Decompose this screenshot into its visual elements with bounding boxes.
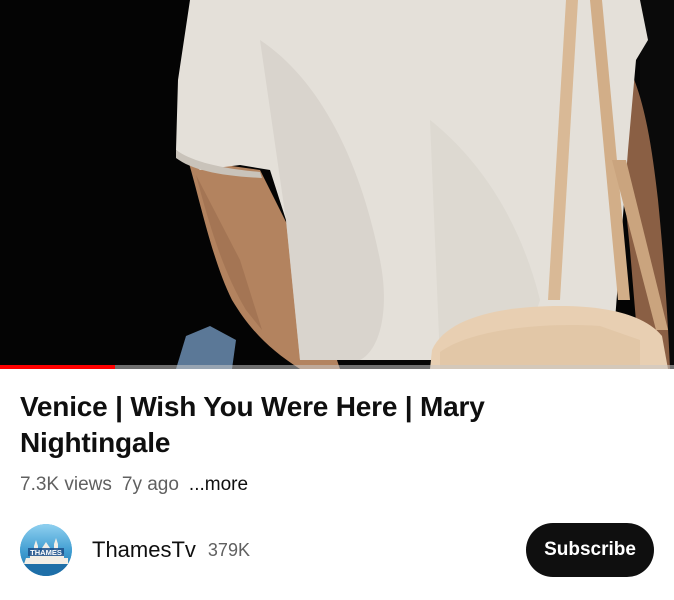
subscriber-count: 379K [207,539,250,560]
video-meta-row[interactable]: 7.3K views 7y ago ...more [20,473,248,497]
channel-name[interactable]: ThamesTv [92,537,196,563]
channel-avatar[interactable]: THAMES [20,524,72,576]
video-info-panel: Venice | Wish You Were Here | Mary Night… [0,369,674,600]
thames-logo-icon: THAMES [20,524,72,576]
view-count: 7.3K views [20,474,112,495]
video-player[interactable] [0,0,674,369]
video-title[interactable]: Venice | Wish You Were Here | Mary Night… [20,389,620,461]
avatar-logo-text: THAMES [30,548,62,557]
more-button[interactable]: ...more [189,474,248,496]
channel-row: THAMES ThamesTv 379K Subscribe [20,522,654,578]
subscribe-button[interactable]: Subscribe [526,523,654,577]
video-frame [0,0,674,369]
upload-age: 7y ago [121,474,179,495]
